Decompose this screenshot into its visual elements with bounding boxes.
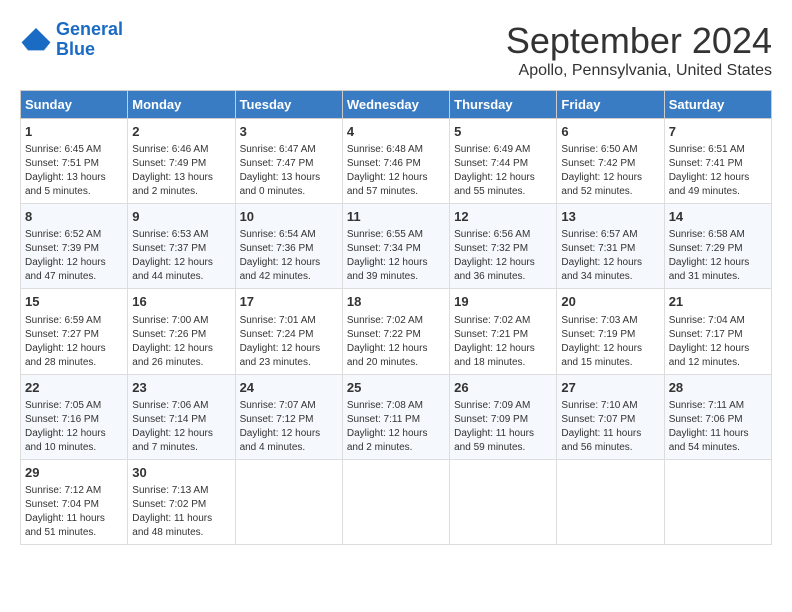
table-cell: 3Sunrise: 6:47 AMSunset: 7:47 PMDaylight… (235, 119, 342, 204)
table-cell: 19Sunrise: 7:02 AMSunset: 7:21 PMDayligh… (450, 289, 557, 374)
table-cell: 9Sunrise: 6:53 AMSunset: 7:37 PMDaylight… (128, 204, 235, 289)
month-title: September 2024 (506, 20, 772, 62)
table-cell: 24Sunrise: 7:07 AMSunset: 7:12 PMDayligh… (235, 374, 342, 459)
header-tuesday: Tuesday (235, 91, 342, 119)
header-sunday: Sunday (21, 91, 128, 119)
title-section: September 2024 Apollo, Pennsylvania, Uni… (506, 20, 772, 80)
table-cell: 26Sunrise: 7:09 AMSunset: 7:09 PMDayligh… (450, 374, 557, 459)
table-cell: 29Sunrise: 7:12 AMSunset: 7:04 PMDayligh… (21, 459, 128, 544)
table-cell: 17Sunrise: 7:01 AMSunset: 7:24 PMDayligh… (235, 289, 342, 374)
header-saturday: Saturday (664, 91, 771, 119)
calendar-table: Sunday Monday Tuesday Wednesday Thursday… (20, 90, 772, 545)
table-cell: 22Sunrise: 7:05 AMSunset: 7:16 PMDayligh… (21, 374, 128, 459)
logo-text: General Blue (56, 20, 123, 60)
table-cell: 20Sunrise: 7:03 AMSunset: 7:19 PMDayligh… (557, 289, 664, 374)
table-cell (342, 459, 449, 544)
header-monday: Monday (128, 91, 235, 119)
table-cell: 11Sunrise: 6:55 AMSunset: 7:34 PMDayligh… (342, 204, 449, 289)
table-cell: 30Sunrise: 7:13 AMSunset: 7:02 PMDayligh… (128, 459, 235, 544)
table-cell: 25Sunrise: 7:08 AMSunset: 7:11 PMDayligh… (342, 374, 449, 459)
table-cell: 12Sunrise: 6:56 AMSunset: 7:32 PMDayligh… (450, 204, 557, 289)
header-wednesday: Wednesday (342, 91, 449, 119)
header-thursday: Thursday (450, 91, 557, 119)
table-cell: 6Sunrise: 6:50 AMSunset: 7:42 PMDaylight… (557, 119, 664, 204)
table-cell: 5Sunrise: 6:49 AMSunset: 7:44 PMDaylight… (450, 119, 557, 204)
table-cell: 16Sunrise: 7:00 AMSunset: 7:26 PMDayligh… (128, 289, 235, 374)
table-cell (664, 459, 771, 544)
table-cell (450, 459, 557, 544)
header-friday: Friday (557, 91, 664, 119)
table-cell: 27Sunrise: 7:10 AMSunset: 7:07 PMDayligh… (557, 374, 664, 459)
table-cell: 14Sunrise: 6:58 AMSunset: 7:29 PMDayligh… (664, 204, 771, 289)
logo: General Blue (20, 20, 123, 60)
location-title: Apollo, Pennsylvania, United States (506, 62, 772, 80)
table-cell: 7Sunrise: 6:51 AMSunset: 7:41 PMDaylight… (664, 119, 771, 204)
table-cell: 1Sunrise: 6:45 AMSunset: 7:51 PMDaylight… (21, 119, 128, 204)
table-cell: 18Sunrise: 7:02 AMSunset: 7:22 PMDayligh… (342, 289, 449, 374)
table-cell (235, 459, 342, 544)
table-cell: 8Sunrise: 6:52 AMSunset: 7:39 PMDaylight… (21, 204, 128, 289)
table-cell: 2Sunrise: 6:46 AMSunset: 7:49 PMDaylight… (128, 119, 235, 204)
table-cell: 13Sunrise: 6:57 AMSunset: 7:31 PMDayligh… (557, 204, 664, 289)
table-cell: 4Sunrise: 6:48 AMSunset: 7:46 PMDaylight… (342, 119, 449, 204)
table-cell: 21Sunrise: 7:04 AMSunset: 7:17 PMDayligh… (664, 289, 771, 374)
table-cell: 28Sunrise: 7:11 AMSunset: 7:06 PMDayligh… (664, 374, 771, 459)
logo-icon (20, 26, 52, 54)
table-cell: 10Sunrise: 6:54 AMSunset: 7:36 PMDayligh… (235, 204, 342, 289)
table-cell (557, 459, 664, 544)
table-cell: 15Sunrise: 6:59 AMSunset: 7:27 PMDayligh… (21, 289, 128, 374)
page-header: General Blue September 2024 Apollo, Penn… (20, 20, 772, 80)
table-cell: 23Sunrise: 7:06 AMSunset: 7:14 PMDayligh… (128, 374, 235, 459)
calendar-header-row: Sunday Monday Tuesday Wednesday Thursday… (21, 91, 772, 119)
